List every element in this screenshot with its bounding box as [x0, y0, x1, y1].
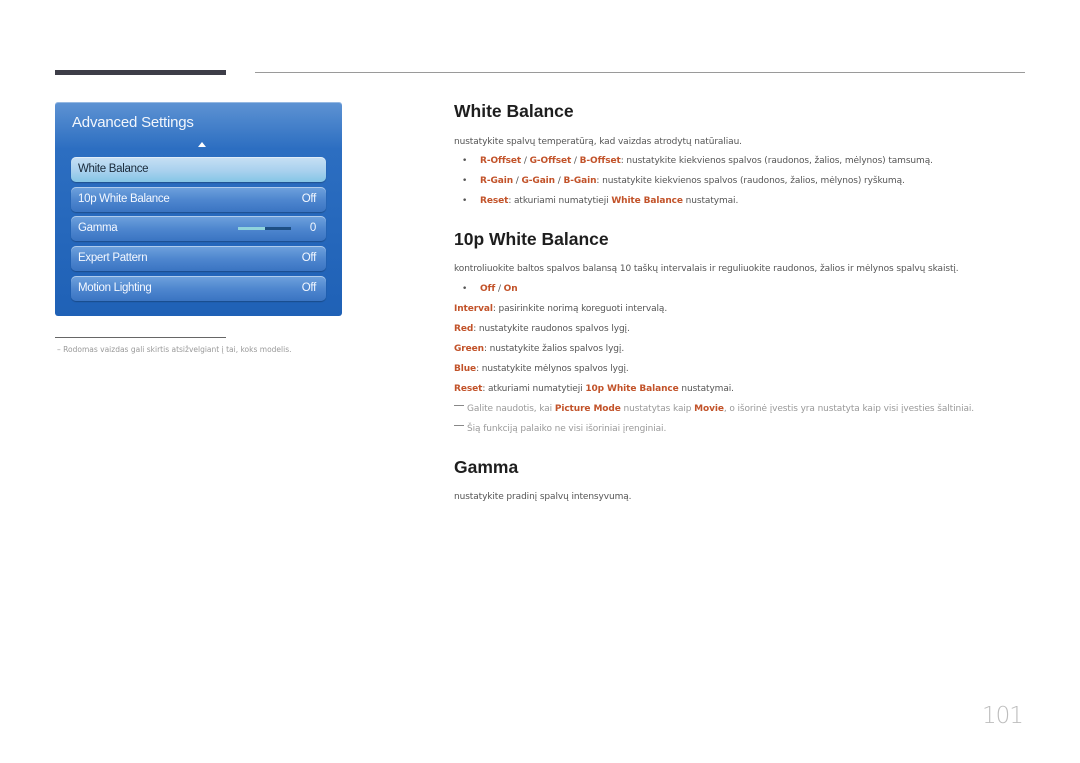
- header-rule-thick: [55, 70, 226, 75]
- reset-text: : atkuriami numatytieji: [482, 384, 586, 394]
- reset-text-end: nustatymai.: [682, 196, 739, 206]
- picture-mode-term: Picture Mode: [554, 404, 621, 414]
- gamma-slider-fill: [238, 227, 265, 230]
- menu-item-label: 10p White Balance: [78, 193, 170, 205]
- offset-bullet: R-Offset / G-Offset / B-Offset: nustatyk…: [480, 156, 933, 166]
- menu-item-gamma[interactable]: Gamma 0: [71, 216, 326, 241]
- footnote-dash: –: [57, 345, 61, 354]
- on-option: On: [503, 284, 518, 294]
- note-text: Šią funkciją palaiko ne visi išoriniai į…: [467, 424, 667, 434]
- note-picture-mode: Galite naudotis, kai Picture Mode nustat…: [454, 404, 974, 414]
- green-text: : nustatykite žalios spalvos lygį.: [483, 344, 625, 354]
- separator: /: [495, 284, 504, 294]
- r-offset-term: R-Offset: [480, 156, 522, 166]
- page-number: 101: [982, 703, 1024, 729]
- 10p-white-balance-term: 10p White Balance: [585, 384, 679, 394]
- offset-text: : nustatykite kiekvienos spalvos (raudon…: [620, 156, 933, 166]
- menu-item-value: 0: [309, 222, 316, 234]
- header-rule-thin: [255, 72, 1025, 73]
- section-title-gamma: Gamma: [454, 457, 519, 477]
- interval-text: : pasirinkite norimą koreguoti intervalą…: [492, 304, 668, 314]
- footnote: – Rodomas vaizdas gali skirtis atsižvelg…: [57, 345, 292, 354]
- reset-text: : atkuriami numatytieji: [508, 196, 612, 206]
- scroll-up-arrow-icon[interactable]: [198, 142, 206, 147]
- advanced-settings-panel: Advanced Settings White Balance 10p Whit…: [55, 102, 342, 316]
- reset-bullet: Reset: atkuriami numatytieji White Balan…: [480, 196, 738, 206]
- menu-item-label: White Balance: [78, 163, 149, 175]
- menu-item-expert-pattern[interactable]: Expert Pattern Off: [71, 246, 326, 271]
- separator: /: [571, 156, 580, 166]
- footnote-rule: [55, 337, 226, 338]
- separator: /: [521, 156, 530, 166]
- gain-bullet: R-Gain / G-Gain / B-Gain: nustatykite ki…: [480, 176, 905, 186]
- g-gain-term: G-Gain: [521, 176, 556, 186]
- bullet-icon: •: [462, 156, 468, 166]
- b-gain-term: B-Gain: [563, 176, 597, 186]
- reset-term: Reset: [480, 196, 509, 206]
- red-line: Red: nustatykite raudonos spalvos lygį.: [454, 324, 630, 334]
- blue-text: : nustatykite mėlynos spalvos lygį.: [476, 364, 629, 374]
- gamma-slider[interactable]: [238, 227, 291, 230]
- gamma-description: nustatykite pradinį spalvų intensyvumą.: [454, 492, 632, 502]
- menu-item-10p-white-balance[interactable]: 10p White Balance Off: [71, 187, 326, 212]
- 10p-description: kontroliuokite baltos spalvos balansą 10…: [454, 264, 959, 274]
- blue-term: Blue: [454, 364, 477, 374]
- green-line: Green: nustatykite žalios spalvos lygį.: [454, 344, 624, 354]
- interval-term: Interval: [454, 304, 493, 314]
- blue-line: Blue: nustatykite mėlynos spalvos lygį.: [454, 364, 629, 374]
- bullet-icon: •: [462, 176, 468, 186]
- note-text: , o išorinė įvestis yra nustatyta kaip v…: [723, 404, 975, 414]
- reset-term: Reset: [454, 384, 483, 394]
- reset-text-end: nustatymai.: [678, 384, 734, 394]
- movie-term: Movie: [694, 404, 724, 414]
- r-gain-term: R-Gain: [480, 176, 514, 186]
- note-external-devices: Šią funkciją palaiko ne visi išoriniai į…: [454, 424, 666, 434]
- menu-item-label: Expert Pattern: [78, 252, 148, 264]
- menu-item-value: Off: [301, 193, 317, 205]
- bullet-icon: •: [462, 196, 468, 206]
- red-term: Red: [454, 324, 474, 334]
- menu-item-label: Motion Lighting: [78, 282, 152, 294]
- separator: /: [513, 176, 522, 186]
- white-balance-term: White Balance: [611, 196, 683, 206]
- menu-item-white-balance[interactable]: White Balance: [71, 157, 326, 182]
- off-on-bullet: Off / On: [480, 284, 518, 294]
- note-dash-icon: [454, 405, 464, 406]
- bullet-icon: •: [462, 284, 468, 294]
- section-title-white-balance: White Balance: [454, 101, 574, 121]
- menu-item-value: Off: [301, 252, 317, 264]
- menu-item-label: Gamma: [78, 222, 118, 234]
- white-balance-description: nustatykite spalvų temperatūrą, kad vaiz…: [454, 137, 742, 147]
- gain-text: : nustatykite kiekvienos spalvos (raudon…: [596, 176, 905, 186]
- note-text: Galite naudotis, kai: [467, 404, 555, 414]
- menu-item-motion-lighting[interactable]: Motion Lighting Off: [71, 276, 326, 301]
- menu-item-value: Off: [301, 282, 317, 294]
- note-dash-icon: [454, 425, 464, 426]
- footnote-text: Rodomas vaizdas gali skirtis atsižvelgia…: [63, 345, 292, 354]
- interval-line: Interval: pasirinkite norimą koreguoti i…: [454, 304, 667, 314]
- off-option: Off: [480, 284, 496, 294]
- red-text: : nustatykite raudonos spalvos lygį.: [473, 324, 630, 334]
- b-offset-term: B-Offset: [579, 156, 621, 166]
- panel-title: Advanced Settings: [72, 114, 194, 131]
- g-offset-term: G-Offset: [529, 156, 572, 166]
- green-term: Green: [454, 344, 484, 354]
- section-title-10p-white-balance: 10p White Balance: [454, 229, 609, 249]
- reset-line: Reset: atkuriami numatytieji 10p White B…: [454, 384, 734, 394]
- note-text: nustatytas kaip: [620, 404, 695, 414]
